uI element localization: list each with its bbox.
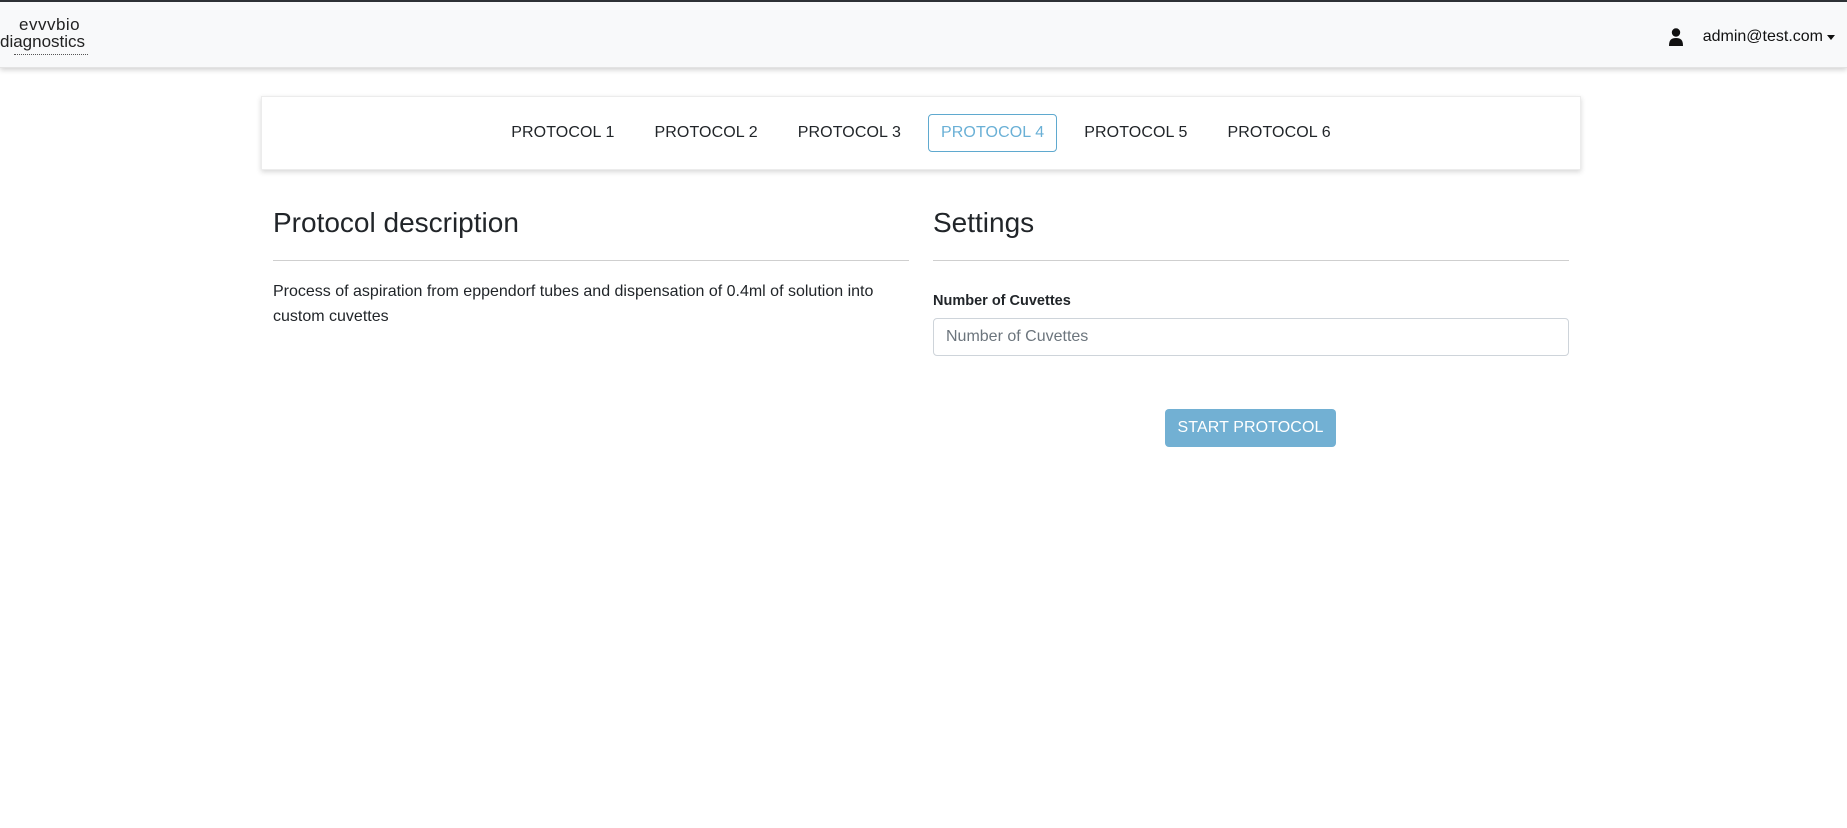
settings-divider [933, 260, 1569, 261]
tab-protocol-6[interactable]: PROTOCOL 6 [1215, 114, 1344, 152]
protocol-tabs: PROTOCOL 1 PROTOCOL 2 PROTOCOL 3 PROTOCO… [262, 97, 1580, 169]
tab-protocol-5[interactable]: PROTOCOL 5 [1071, 114, 1200, 152]
start-protocol-button[interactable]: START PROTOCOL [1165, 409, 1336, 447]
tab-protocol-4[interactable]: PROTOCOL 4 [928, 114, 1058, 152]
brand-logo[interactable]: evvvbio diagnostics [0, 16, 96, 60]
settings-title: Settings [933, 207, 1035, 238]
logo-tagline [14, 54, 88, 58]
user-email[interactable]: admin@test.com [1703, 28, 1823, 46]
description-text: Process of aspiration from eppendorf tub… [273, 283, 874, 325]
tab-protocol-2[interactable]: PROTOCOL 2 [642, 114, 771, 152]
tab-protocol-3[interactable]: PROTOCOL 3 [785, 114, 914, 152]
user-icon [1668, 28, 1683, 46]
cuvettes-input[interactable] [933, 318, 1569, 356]
description-divider [273, 260, 909, 261]
description-title: Protocol description [273, 207, 519, 238]
tab-protocol-1[interactable]: PROTOCOL 1 [498, 114, 627, 152]
user-menu[interactable]: admin@test.com [1668, 28, 1835, 46]
navbar: evvvbio diagnostics admin@test.com [0, 2, 1847, 68]
protocol-description-panel: Protocol description Process of aspirati… [273, 206, 909, 329]
logo-wordmark-bottom: diagnostics [0, 32, 86, 51]
protocol-tabs-card: PROTOCOL 1 PROTOCOL 2 PROTOCOL 3 PROTOCO… [261, 96, 1581, 170]
settings-panel: Settings Number of Cuvettes [933, 206, 1569, 356]
chevron-down-icon[interactable] [1827, 34, 1835, 40]
cuvettes-label: Number of Cuvettes [933, 293, 1071, 309]
